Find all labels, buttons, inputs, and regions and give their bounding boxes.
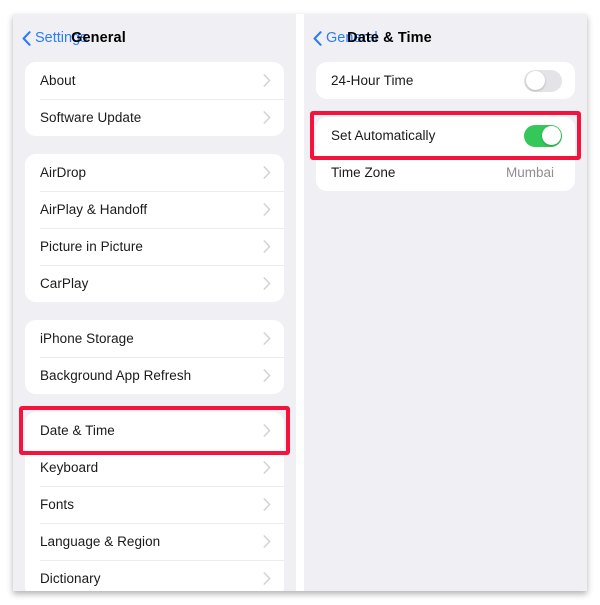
chevron-right-icon <box>263 369 271 382</box>
left-navbar: Settings General <box>13 14 296 62</box>
chevron-right-icon <box>263 572 271 585</box>
row-label: CarPlay <box>40 276 89 291</box>
row-label: Time Zone <box>331 165 396 180</box>
chevron-right-icon <box>263 498 271 511</box>
row-24-hour-time[interactable]: 24-Hour Time <box>316 62 575 99</box>
row-label: AirPlay & Handoff <box>40 202 148 217</box>
row-label: Set Automatically <box>331 128 436 143</box>
settings-group-info: About Software Update <box>25 62 284 136</box>
row-set-automatically[interactable]: Set Automatically <box>316 117 575 154</box>
chevron-right-icon <box>263 277 271 290</box>
chevron-left-icon <box>22 30 31 46</box>
settings-split-view: Settings General About Software Update A… <box>0 0 600 605</box>
row-label: Date & Time <box>40 423 115 438</box>
back-to-settings-button[interactable]: Settings <box>22 30 87 46</box>
sidebar-item-iphone-storage[interactable]: iPhone Storage <box>25 320 284 357</box>
date-time-settings-panel: General Date & Time 24-Hour Time Set Aut… <box>304 14 587 591</box>
time-zone-value: Mumbai <box>505 165 554 180</box>
chevron-right-icon <box>263 535 271 548</box>
chevron-right-icon <box>263 424 271 437</box>
sidebar-item-carplay[interactable]: CarPlay <box>25 265 284 302</box>
set-automatically-row-wrapper: Set Automatically <box>316 117 575 154</box>
row-label: iPhone Storage <box>40 331 134 346</box>
date-time-row-wrapper: Date & Time <box>25 412 284 449</box>
toggle-set-automatically[interactable] <box>524 124 562 147</box>
row-label: Keyboard <box>40 460 99 475</box>
toggle-knob <box>541 126 561 145</box>
toggle-24-hour-time[interactable] <box>524 69 562 92</box>
settings-group-auto-time: Set Automatically Time Zone Mumbai <box>316 117 575 191</box>
settings-group-storage: iPhone Storage Background App Refresh <box>25 320 284 394</box>
chevron-right-icon <box>263 332 271 345</box>
general-settings-panel: Settings General About Software Update A… <box>13 14 296 591</box>
chevron-right-icon <box>263 166 271 179</box>
chevron-right-icon <box>263 203 271 216</box>
back-button-label: Settings <box>35 30 88 46</box>
sidebar-item-software-update[interactable]: Software Update <box>25 99 284 136</box>
sidebar-item-language-region[interactable]: Language & Region <box>25 523 284 560</box>
toggle-knob <box>525 71 545 90</box>
sidebar-item-picture-in-picture[interactable]: Picture in Picture <box>25 228 284 265</box>
settings-group-connectivity: AirDrop AirPlay & Handoff Picture in Pic… <box>25 154 284 302</box>
chevron-right-icon <box>263 111 271 124</box>
row-label: Software Update <box>40 110 142 125</box>
row-label: Dictionary <box>40 571 101 586</box>
row-label: 24-Hour Time <box>331 73 414 88</box>
sidebar-item-date-time[interactable]: Date & Time <box>25 412 284 449</box>
sidebar-item-airplay-handoff[interactable]: AirPlay & Handoff <box>25 191 284 228</box>
chevron-right-icon <box>263 240 271 253</box>
row-label: About <box>40 73 76 88</box>
sidebar-item-about[interactable]: About <box>25 62 284 99</box>
sidebar-item-airdrop[interactable]: AirDrop <box>25 154 284 191</box>
chevron-left-icon <box>313 30 322 46</box>
chevron-right-icon <box>263 461 271 474</box>
chevron-right-icon <box>263 74 271 87</box>
sidebar-item-dictionary[interactable]: Dictionary <box>25 560 284 591</box>
row-time-zone[interactable]: Time Zone Mumbai <box>316 154 575 191</box>
row-label: Fonts <box>40 497 75 512</box>
row-label: Background App Refresh <box>40 368 192 383</box>
row-label: AirDrop <box>40 165 87 180</box>
settings-group-time-format: 24-Hour Time <box>316 62 575 99</box>
settings-group-localization: Date & Time Keyboard Fonts Language & Re… <box>25 412 284 591</box>
sidebar-item-background-app-refresh[interactable]: Background App Refresh <box>25 357 284 394</box>
right-navbar: General Date & Time <box>304 14 587 62</box>
back-button-label: General <box>326 30 378 46</box>
sidebar-item-keyboard[interactable]: Keyboard <box>25 449 284 486</box>
row-label: Picture in Picture <box>40 239 143 254</box>
back-to-general-button[interactable]: General <box>313 30 378 46</box>
row-label: Language & Region <box>40 534 161 549</box>
sidebar-item-fonts[interactable]: Fonts <box>25 486 284 523</box>
